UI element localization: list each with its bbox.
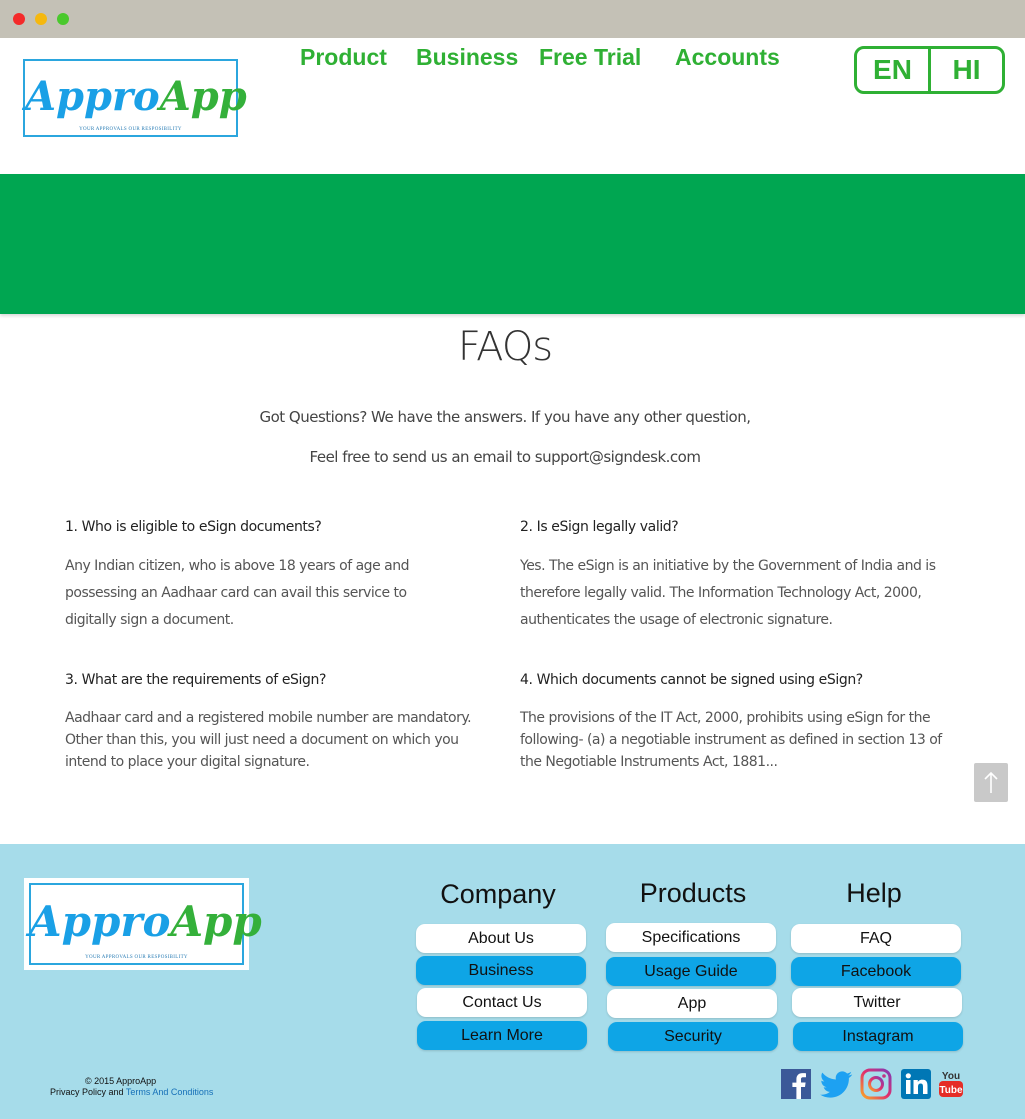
nav-product[interactable]: Product bbox=[300, 44, 387, 71]
window-titlebar bbox=[0, 0, 1025, 38]
facebook-icon[interactable] bbox=[780, 1068, 812, 1100]
faq-answer-4: The provisions of the IT Act, 2000, proh… bbox=[520, 710, 942, 770]
footer-help-title: Help bbox=[846, 878, 902, 908]
minimize-window-button[interactable] bbox=[35, 13, 47, 25]
footer-link-contact-us[interactable]: Contact Us bbox=[417, 988, 587, 1017]
footer-link-instagram[interactable]: Instagram bbox=[793, 1022, 963, 1051]
svg-text:Tube: Tube bbox=[939, 1085, 963, 1096]
footer-link-security[interactable]: Security bbox=[608, 1022, 778, 1051]
footer-link-twitter[interactable]: Twitter bbox=[792, 988, 962, 1017]
scroll-to-top-button[interactable] bbox=[974, 763, 1008, 802]
faq-question-1: 1. Who is eligible to eSign documents? bbox=[65, 519, 322, 535]
faq-intro-line-1: Got Questions? We have the answers. If y… bbox=[259, 408, 751, 426]
nav-business[interactable]: Business bbox=[416, 44, 518, 71]
language-en-button[interactable]: EN bbox=[857, 49, 928, 91]
youtube-icon[interactable]: You Tube bbox=[938, 1068, 964, 1100]
footer-link-about-us[interactable]: About Us bbox=[416, 924, 586, 953]
close-window-button[interactable] bbox=[13, 13, 25, 25]
nav-accounts[interactable]: Accounts bbox=[675, 44, 780, 71]
footer-company-title: Company bbox=[440, 879, 556, 909]
copyright: © 2015 ApproApp bbox=[85, 1076, 157, 1086]
logo-tagline: YOUR APPROVALS OUR RESPOSIBILITY bbox=[79, 127, 182, 132]
faq-answer-1: Any Indian citizen, who is above 18 year… bbox=[65, 558, 409, 628]
instagram-icon[interactable] bbox=[860, 1068, 892, 1100]
linkedin-icon[interactable] bbox=[900, 1068, 932, 1100]
footer-link-app[interactable]: App bbox=[607, 989, 777, 1018]
language-hi-button[interactable]: HI bbox=[931, 49, 1002, 91]
footer-logo-tagline: YOUR APPROVALS OUR RESPOSIBILITY bbox=[85, 955, 188, 960]
footer-logo-wordmark: ApproApp bbox=[29, 897, 262, 946]
footer-logo[interactable]: ApproApp YOUR APPROVALS OUR RESPOSIBILIT… bbox=[24, 878, 262, 970]
privacy-policy-text: Privacy Policy and bbox=[50, 1087, 126, 1097]
faq-answer-2: Yes. The eSign is an initiative by the G… bbox=[520, 558, 936, 628]
faq-question-3: 3. What are the requirements of eSign? bbox=[65, 672, 327, 688]
legal-links: Privacy Policy and Terms And Conditions bbox=[50, 1087, 213, 1097]
header-logo[interactable]: ApproApp YOUR APPROVALS OUR RESPOSIBILIT… bbox=[23, 59, 247, 137]
page-title: FAQs bbox=[457, 324, 553, 370]
language-switcher: EN HI bbox=[854, 46, 1005, 94]
maximize-window-button[interactable] bbox=[57, 13, 69, 25]
twitter-icon[interactable] bbox=[818, 1068, 854, 1100]
footer-link-specifications[interactable]: Specifications bbox=[606, 923, 776, 952]
faq-answer-3: Aadhaar card and a registered mobile num… bbox=[65, 710, 472, 770]
terms-link[interactable]: Terms And Conditions bbox=[126, 1087, 214, 1097]
arrow-up-icon bbox=[984, 771, 998, 793]
footer-link-facebook[interactable]: Facebook bbox=[791, 957, 961, 986]
footer-link-usage-guide[interactable]: Usage Guide bbox=[606, 957, 776, 986]
logo-wordmark: ApproApp bbox=[25, 73, 247, 120]
footer-link-faq[interactable]: FAQ bbox=[791, 924, 961, 953]
footer-link-learn-more[interactable]: Learn More bbox=[417, 1021, 587, 1050]
faq-intro-line-2: Feel free to send us an email to support… bbox=[309, 448, 701, 466]
faq-question-4: 4. Which documents cannot be signed usin… bbox=[520, 672, 863, 688]
footer-link-business[interactable]: Business bbox=[416, 956, 586, 985]
svg-text:You: You bbox=[942, 1071, 960, 1082]
faq-question-2: 2. Is eSign legally valid? bbox=[520, 519, 679, 535]
nav-free-trial[interactable]: Free Trial bbox=[539, 44, 641, 71]
footer-products-title: Products bbox=[639, 878, 747, 908]
hero-banner bbox=[0, 174, 1025, 314]
